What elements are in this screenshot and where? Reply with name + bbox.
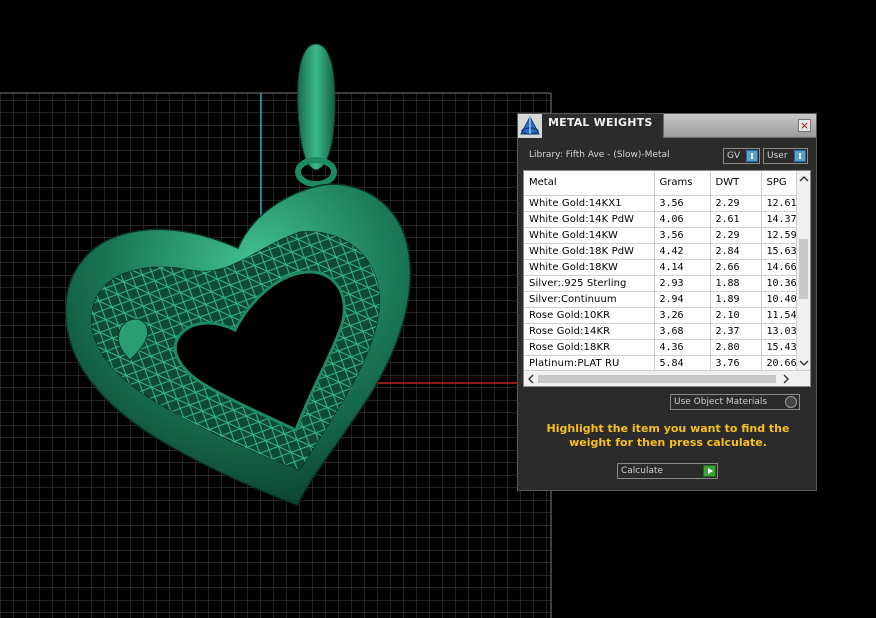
spg-cell[interactable]: 12.59 (761, 227, 797, 244)
dwt-cell[interactable]: 2.61 (710, 211, 762, 228)
scroll-up-icon[interactable] (799, 174, 809, 184)
grams-cell[interactable]: 3.56 (654, 195, 711, 212)
scroll-right-icon[interactable] (781, 374, 791, 384)
grams-cell[interactable]: 2.94 (654, 291, 711, 308)
panel-titlebar[interactable]: METAL WEIGHTS × (518, 114, 816, 138)
metal-cell[interactable]: Rose Gold:18KR (524, 339, 655, 356)
vertical-scroll-thumb[interactable] (799, 239, 808, 299)
metal-cell[interactable]: Silver:.925 Sterling (524, 275, 655, 292)
toggle-knob-icon (794, 150, 806, 162)
table-header-row: Metal Grams DWT SPG (524, 171, 797, 196)
calculate-label: Calculate (621, 466, 664, 476)
grams-cell[interactable]: 4.42 (654, 243, 711, 260)
close-button[interactable]: × (798, 119, 811, 132)
dwt-cell[interactable]: 1.88 (710, 275, 762, 292)
spg-cell[interactable]: 20.66 (761, 355, 797, 372)
radio-icon (785, 396, 797, 408)
play-arrow-icon (703, 465, 716, 477)
horizontal-scroll-thumb[interactable] (538, 375, 776, 383)
metal-cell[interactable]: White Gold:18KW (524, 259, 655, 276)
dwt-cell[interactable]: 1.89 (710, 291, 762, 308)
table-row[interactable]: Platinum:PLAT RU 5.84 3.76 20.66 (524, 355, 797, 372)
dwt-cell[interactable]: 2.29 (710, 195, 762, 212)
column-header-dwt[interactable]: DWT (710, 171, 762, 196)
panel-title-tab: METAL WEIGHTS (542, 114, 664, 138)
app-logo-icon (518, 114, 542, 138)
gv-toggle[interactable]: GV (723, 148, 760, 164)
spg-cell[interactable]: 14.37 (761, 211, 797, 228)
dwt-cell[interactable]: 2.29 (710, 227, 762, 244)
metal-weights-panel: METAL WEIGHTS × Library: Fifth Ave - (Sl… (517, 113, 817, 491)
column-header-metal[interactable]: Metal (524, 171, 655, 196)
vertical-scrollbar[interactable] (796, 171, 810, 371)
panel-title: METAL WEIGHTS (548, 116, 653, 129)
spg-cell[interactable]: 10.36 (761, 275, 797, 292)
metal-weights-table: Metal Grams DWT SPG White Gold:14KX1 3.56… (524, 171, 797, 372)
table-row[interactable]: Rose Gold:10KR 3.26 2.10 11.54 (524, 307, 797, 324)
column-header-grams[interactable]: Grams (654, 171, 711, 196)
metal-cell[interactable]: Rose Gold:14KR (524, 323, 655, 340)
grams-cell[interactable]: 3.68 (654, 323, 711, 340)
spg-cell[interactable]: 11.54 (761, 307, 797, 324)
spg-cell[interactable]: 13.03 (761, 323, 797, 340)
metal-cell[interactable]: White Gold:18K PdW (524, 243, 655, 260)
grams-cell[interactable]: 3.26 (654, 307, 711, 324)
spg-cell[interactable]: 14.66 (761, 259, 797, 276)
metal-cell[interactable]: Silver:Continuum (524, 291, 655, 308)
grams-cell[interactable]: 3.56 (654, 227, 711, 244)
table-row[interactable]: Silver:.925 Sterling 2.93 1.88 10.36 (524, 275, 797, 292)
use-object-materials-label: Use Object Materials (674, 397, 768, 407)
user-toggle[interactable]: User (763, 148, 808, 164)
dwt-cell[interactable]: 2.80 (710, 339, 762, 356)
dwt-cell[interactable]: 2.37 (710, 323, 762, 340)
table-row[interactable]: White Gold:18K PdW 4.42 2.84 15.63 (524, 243, 797, 260)
metal-cell[interactable]: Rose Gold:10KR (524, 307, 655, 324)
grams-cell[interactable]: 4.36 (654, 339, 711, 356)
table-row[interactable]: White Gold:14KX1 3.56 2.29 12.61 (524, 195, 797, 212)
spg-cell[interactable]: 15.63 (761, 243, 797, 260)
grams-cell[interactable]: 2.93 (654, 275, 711, 292)
scroll-left-icon[interactable] (526, 374, 536, 384)
spg-cell[interactable]: 12.61 (761, 195, 797, 212)
table-row[interactable]: White Gold:18KW 4.14 2.66 14.66 (524, 259, 797, 276)
calculate-button[interactable]: Calculate (617, 463, 718, 479)
grams-cell[interactable]: 4.06 (654, 211, 711, 228)
table-row[interactable]: Silver:Continuum 2.94 1.89 10.40 (524, 291, 797, 308)
metal-cell[interactable]: White Gold:14KW (524, 227, 655, 244)
table-row[interactable]: White Gold:14KW 3.56 2.29 12.59 (524, 227, 797, 244)
dwt-cell[interactable]: 2.84 (710, 243, 762, 260)
horizontal-scrollbar[interactable] (524, 370, 810, 386)
dwt-cell[interactable]: 3.76 (710, 355, 762, 372)
table-row[interactable]: White Gold:14K PdW 4.06 2.61 14.37 (524, 211, 797, 228)
scroll-down-icon[interactable] (799, 358, 809, 368)
metal-cell[interactable]: White Gold:14K PdW (524, 211, 655, 228)
user-toggle-label: User (767, 151, 788, 161)
instruction-text: Highlight the item you want to find the … (546, 422, 790, 449)
spg-cell[interactable]: 15.43 (761, 339, 797, 356)
toggle-knob-icon (746, 150, 758, 162)
table-row[interactable]: Rose Gold:18KR 4.36 2.80 15.43 (524, 339, 797, 356)
gv-toggle-label: GV (727, 151, 741, 161)
grams-cell[interactable]: 4.14 (654, 259, 711, 276)
library-label: Library: Fifth Ave - (Slow)-Metal (529, 150, 670, 160)
dwt-cell[interactable]: 2.10 (710, 307, 762, 324)
dwt-cell[interactable]: 2.66 (710, 259, 762, 276)
metal-cell[interactable]: Platinum:PLAT RU (524, 355, 655, 372)
metal-cell[interactable]: White Gold:14KX1 (524, 195, 655, 212)
table-row[interactable]: Rose Gold:14KR 3.68 2.37 13.03 (524, 323, 797, 340)
metal-table-container: Metal Grams DWT SPG White Gold:14KX1 3.56… (523, 170, 811, 387)
column-header-spg[interactable]: SPG (761, 171, 797, 196)
spg-cell[interactable]: 10.40 (761, 291, 797, 308)
use-object-materials-toggle[interactable]: Use Object Materials (670, 394, 800, 410)
grams-cell[interactable]: 5.84 (654, 355, 711, 372)
